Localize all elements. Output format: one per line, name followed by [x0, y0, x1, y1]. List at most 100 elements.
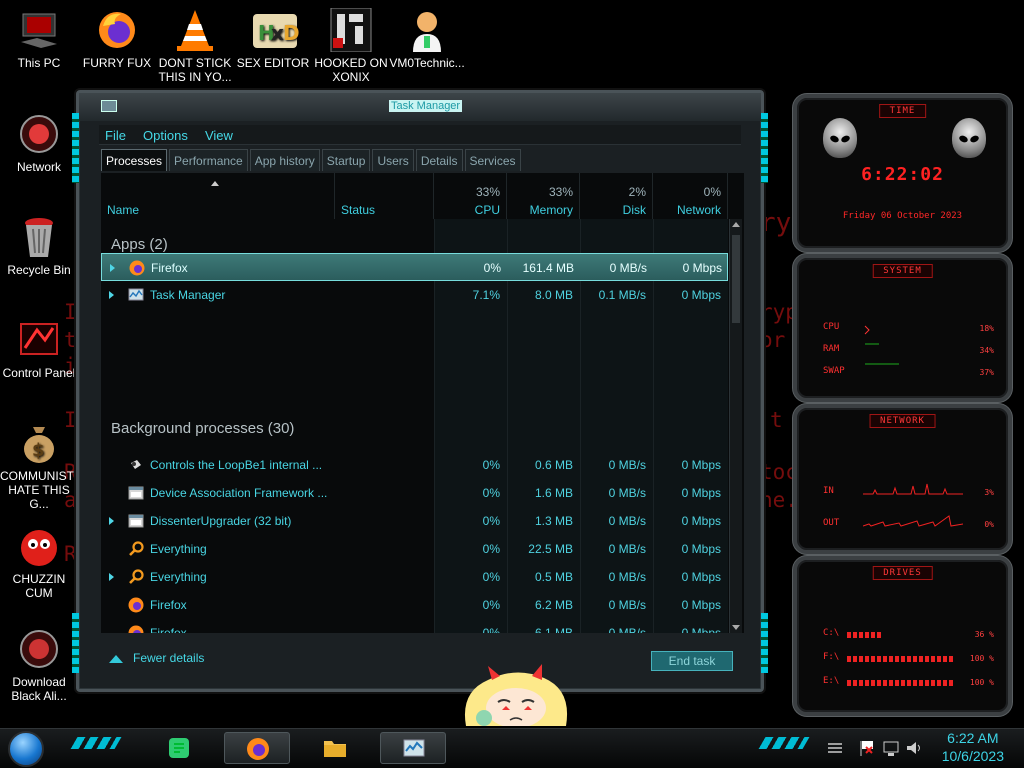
process-name: Firefox [151, 261, 188, 275]
network-cell: 0 Mbps [681, 598, 721, 612]
desktop-icon-network[interactable]: Network [0, 112, 78, 174]
clock-time: 6:22 AM [947, 730, 999, 746]
group-header-apps: Apps (2) [111, 236, 168, 253]
table-row[interactable]: Everything 0% 0.5 MB 0 MB/s 0 Mbps [101, 563, 728, 591]
alien-orb-icon [17, 627, 61, 671]
process-name: Device Association Framework ... [150, 486, 328, 500]
clock-date: 10/6/2023 [941, 748, 1004, 764]
desktop-icon-black-alien[interactable]: Download Black Ali... [0, 627, 78, 703]
tab-users[interactable]: Users [372, 149, 414, 171]
desktop-icon-control-panel[interactable]: Control Panel [0, 318, 78, 380]
scroll-thumb[interactable] [732, 235, 740, 323]
time-widget: TIME 6:22:02 Friday 06 October 2023 [793, 94, 1012, 252]
disk-cell: 0.1 MB/s [598, 288, 646, 302]
desktop-icon-furry-fux[interactable]: FURRY FUX [78, 8, 156, 70]
table-row[interactable]: Device Association Framework ... 0% 1.6 MB… [101, 479, 728, 507]
memory-cell: 0.6 MB [534, 458, 573, 472]
footer: Fewer details End task [99, 639, 741, 675]
taskbar-task-manager[interactable] [380, 732, 446, 764]
firefox-icon [95, 8, 139, 52]
fewer-details-link[interactable]: Fewer details [109, 651, 204, 665]
desktop-icon-money[interactable]: $ COMMUNISTS HATE THIS G... [0, 421, 82, 511]
task-manager-icon [403, 739, 425, 757]
flag-icon[interactable] [858, 739, 876, 757]
expand-chevron-icon[interactable] [109, 291, 114, 299]
svg-text:$: $ [32, 440, 45, 461]
column-header-disk[interactable]: 2% Disk [580, 173, 653, 219]
task-manager-icon [101, 100, 117, 112]
process-name: Controls the LoopBe1 internal ... [150, 458, 323, 472]
column-header-network[interactable]: 0% Network [653, 173, 728, 219]
vertical-scrollbar[interactable] [729, 219, 742, 633]
expand-chevron-icon[interactable] [109, 517, 114, 525]
table-row[interactable]: Firefox 0% 161.4 MB 0 MB/s 0 Mbps [101, 253, 728, 281]
taskbar-sticky-notes[interactable] [146, 732, 212, 764]
process-name: Firefox [150, 626, 187, 633]
desktop-icon-sex-editor[interactable]: HxD SEX EDITOR [234, 8, 312, 70]
tab-details[interactable]: Details [415, 149, 463, 171]
menu-options[interactable]: Options [137, 126, 194, 143]
memory-cell: 22.5 MB [528, 542, 573, 556]
drive-c-label: C:\ [823, 628, 840, 638]
disk-cell: 0 MB/s [608, 486, 646, 500]
desktop-icon-chuzzle[interactable]: CHUZZIN CUM [0, 524, 78, 600]
menu-file[interactable]: File [99, 126, 132, 143]
start-button[interactable] [8, 731, 44, 767]
tab-startup[interactable]: Startup [321, 149, 371, 171]
cpu-cell: 0% [482, 514, 500, 528]
network-cell: 0 Mbps [681, 626, 721, 633]
volume-icon[interactable] [905, 739, 923, 757]
end-task-button[interactable]: End task [651, 651, 733, 671]
table-row[interactable]: DissenterUpgrader (32 bit) 0% 1.3 MB 0 MB/s… [101, 507, 728, 535]
firefox-icon [128, 625, 144, 633]
tab-performance[interactable]: Performance [169, 149, 248, 171]
scroll-down-icon[interactable] [732, 625, 740, 630]
drive-f-bar [847, 656, 953, 662]
vlc-cone-icon [173, 8, 217, 52]
desktop-icon-vm0technic[interactable]: VM0Technic... [388, 8, 466, 70]
network-cell: 0 Mbps [681, 542, 721, 556]
cpu-cell: 0% [482, 570, 500, 584]
tab-services[interactable]: Services [464, 149, 521, 171]
xonix-game-icon [329, 7, 373, 53]
desktop-icon-xonix[interactable]: HOOKED ON XONIX [312, 7, 390, 84]
firefox-icon [247, 738, 269, 760]
column-header-cpu[interactable]: 33% CPU [434, 173, 507, 219]
tab-processes[interactable]: Processes [101, 149, 168, 171]
column-header-memory[interactable]: 33% Memory [507, 173, 580, 219]
scroll-up-icon[interactable] [732, 222, 740, 227]
disk-cell: 0 MB/s [608, 626, 646, 633]
desktop-icon-vlc[interactable]: DONT STICK THIS IN YO... [156, 8, 234, 84]
network-cell: 0 Mbps [682, 261, 722, 275]
disk-cell: 0 MB/s [608, 598, 646, 612]
table-row[interactable]: Controls the LoopBe1 internal ... 0% 0.6 M… [101, 451, 728, 479]
network-tray-icon[interactable] [882, 739, 900, 757]
widget-title: TIME [878, 104, 927, 118]
taskbar-file-explorer[interactable] [302, 732, 368, 764]
table-row[interactable]: Firefox 0% 6.1 MB 0 MB/s 0 Mbps [101, 619, 728, 633]
action-center-icon[interactable] [826, 739, 844, 757]
network-cell: 0 Mbps [681, 570, 721, 584]
column-header-status[interactable]: Status [335, 173, 434, 219]
taskbar-firefox[interactable] [224, 732, 290, 764]
drive-e-bar [847, 680, 953, 686]
desktop-icon-recycle-bin[interactable]: Recycle Bin [0, 215, 78, 277]
taskbar-clock[interactable]: 6:22 AM 10/6/2023 [942, 729, 1004, 765]
table-row[interactable]: Firefox 0% 6.2 MB 0 MB/s 0 Mbps [101, 591, 728, 619]
memory-cell: 6.2 MB [534, 598, 573, 612]
expand-chevron-icon[interactable] [110, 264, 115, 272]
drive-f-label: F:\ [823, 652, 840, 662]
table-row[interactable]: Everything 0% 22.5 MB 0 MB/s 0 Mbps [101, 535, 728, 563]
expand-chevron-icon[interactable] [109, 573, 114, 581]
process-name: DissenterUpgrader (32 bit) [150, 514, 292, 528]
menu-view[interactable]: View [199, 126, 239, 143]
task-manager-window[interactable]: Task Manager File Options View Processes… [72, 90, 768, 692]
recycle-bin-icon [17, 215, 61, 259]
table-row[interactable]: Task Manager 7.1% 8.0 MB 0.1 MB/s 0 Mbps [101, 281, 728, 309]
tab-app-history[interactable]: App history [249, 149, 320, 171]
desktop-icon-this-pc[interactable]: This PC [0, 8, 78, 70]
drives-widget: DRIVES C:\ 36 % F:\ 100 % E:\ 100 % [793, 556, 1012, 716]
column-header-name[interactable]: Name [101, 173, 335, 219]
title-bar[interactable]: Task Manager [79, 93, 761, 121]
desktop: ry ryp or I th i I t s R an Ru toc he. T… [0, 0, 1024, 728]
